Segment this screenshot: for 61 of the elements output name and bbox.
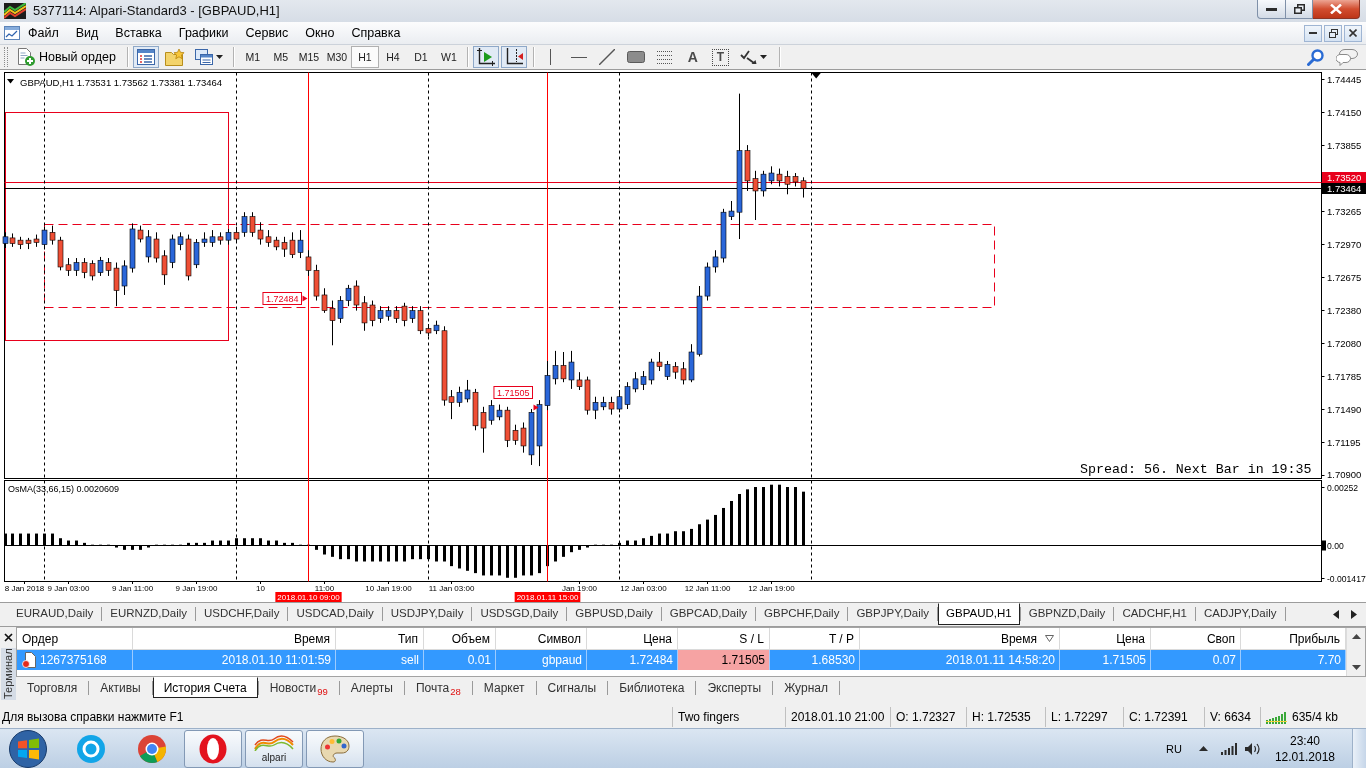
axis-label: 12 Jan 03:00: [620, 583, 667, 593]
time-tag: 2018.01.10 09:00: [275, 592, 342, 602]
ref-line-label: 1.73520: [1327, 172, 1362, 183]
table-cell: 1.68530: [770, 650, 860, 670]
ref-line-label: 1.73464: [1327, 183, 1362, 194]
low-price: L: 1.72297: [1045, 707, 1123, 727]
table-cell: 1.71505: [1060, 650, 1151, 670]
traffic-text: 635/4 kb: [1292, 710, 1339, 724]
order-number: 1267375168: [40, 653, 107, 667]
table-cell: 2018.01.11 14:58:20: [860, 650, 1060, 670]
axis-label: Jan 19:00: [561, 583, 598, 593]
bar-time: 2018.01.10 21:00: [785, 707, 890, 727]
axis-label: 1.73265: [1327, 206, 1362, 217]
axis-label: 12 Jan 11:00: [684, 583, 731, 593]
axis-label: 1.72380: [1327, 305, 1362, 316]
axis-label: 9 Jan 19:00: [175, 583, 218, 593]
unread-count: 99: [317, 686, 328, 696]
indicator-title: OsMA(33,66,15) 0.0020609: [8, 484, 120, 494]
price-tag: 1.73520: [1322, 172, 1366, 183]
table-cell: 1.71505: [678, 650, 770, 670]
data-label: 1.72484: [262, 292, 302, 305]
unread-count: 28: [450, 686, 461, 696]
volume-text: V: 6634: [1204, 707, 1260, 727]
chart-comment: Spread: 56. Next Bar in 19:35: [1080, 461, 1312, 477]
panel-title: Терминал: [0, 648, 16, 700]
axis-label: 1.71490: [1327, 404, 1362, 415]
axis-label: 9 Jan 11:00: [111, 583, 154, 593]
window-title: 5377114: Alpari-Standard3 - [GBPAUD,H1]: [33, 2, 280, 20]
close-price: C: 1.72391: [1123, 707, 1204, 727]
axis-label: 10: [256, 583, 265, 593]
axis-label: 11:00: [314, 583, 335, 593]
axis-label: 0.00: [1327, 540, 1344, 551]
table-cell: sell: [336, 650, 424, 670]
high-price: H: 1.72535: [966, 707, 1045, 727]
time-tag: 2018.01.11 15:00: [514, 592, 581, 602]
axis-label: 12 Jan 19:00: [748, 583, 795, 593]
axis-label: 1.72080: [1327, 338, 1362, 349]
axis-label: 1.71195: [1327, 437, 1361, 448]
axis-label: -0.001417: [1327, 573, 1366, 584]
table-cell: 0.07: [1151, 650, 1241, 670]
axis-label: 1.73855: [1327, 140, 1362, 151]
axis-label: 11 Jan 03:00: [428, 583, 475, 593]
table-cell: 0.01: [424, 650, 496, 670]
price-tag: 1.73464: [1322, 183, 1366, 194]
axis-label: 1.74445: [1327, 74, 1362, 85]
table-cell: 2018.01.10 11:01:59: [133, 650, 336, 670]
data-label: 1.71505: [493, 386, 533, 399]
axis-label: 10 Jan 19:00: [365, 583, 412, 593]
axis-label: 1.70900: [1327, 468, 1362, 480]
axis-label: 1.72675: [1327, 272, 1362, 283]
axis-label: 8 Jan 2018: [4, 583, 45, 593]
axis-label: 1.71785: [1327, 371, 1362, 382]
status-text: Для вызова справки нажмите F1: [1, 709, 185, 726]
axis-label: 1.72970: [1327, 239, 1362, 250]
axis-label: 1.74150: [1327, 107, 1362, 118]
open-price: O: 1.72327: [890, 707, 966, 727]
axis-label: 9 Jan 03:00: [47, 583, 90, 593]
axis-label: 0.00252: [1327, 482, 1359, 493]
table-cell: gbpaud: [496, 650, 587, 670]
profile-name: Two fingers: [672, 707, 785, 727]
chart-title: GBPAUD,H1 1.73531 1.73562 1.73381 1.73464: [20, 76, 223, 88]
